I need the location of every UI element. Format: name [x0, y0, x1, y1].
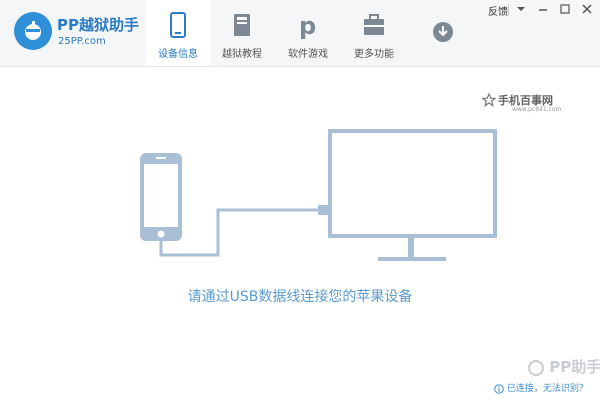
connect-instruction: 请通过USB数据线连接您的苹果设备 [187, 289, 413, 305]
tab-more-features[interactable]: 更多功能 [342, 0, 406, 66]
svg-text:p: p [299, 12, 316, 39]
app-name: PP越狱助手 [57, 16, 139, 34]
menu-dropdown-icon[interactable] [512, 2, 530, 16]
book-icon [234, 14, 250, 36]
tab-software-games[interactable]: p 软件游戏 [276, 0, 340, 66]
info-icon [494, 383, 504, 394]
help-link[interactable]: 已连接，无法识别？ [494, 381, 588, 394]
download-icon[interactable] [432, 21, 454, 43]
pp-logo-icon [14, 12, 52, 50]
tab-label: 设备信息 [158, 49, 198, 60]
tab-device-info[interactable]: 设备信息 [146, 0, 210, 66]
feedback-button[interactable]: 反馈 [488, 3, 508, 18]
pp-brand-watermark: PP助手 [528, 356, 600, 377]
tab-label: 软件游戏 [288, 49, 328, 60]
divider [508, 4, 509, 16]
pp-watermark-icon [528, 359, 544, 376]
star-logo-icon [482, 93, 496, 107]
close-icon[interactable] [578, 2, 596, 16]
toolbox-icon [364, 14, 384, 35]
monitor-outline-icon [328, 129, 497, 261]
tab-label: 更多功能 [354, 49, 394, 60]
help-link-text: 已连接，无法识别？ [506, 384, 588, 394]
watermark-url: www.pc841.com [512, 106, 562, 113]
title-bar: PP越狱助手 25PP.com 设备信息 越狱教程 p 软件游戏 更多功能 反馈 [0, 0, 600, 67]
apple-tool-icon [25, 21, 41, 40]
app-site: 25PP.com [58, 36, 106, 47]
maximize-icon[interactable] [556, 2, 574, 16]
watermark-brand: PP助手 [549, 358, 600, 376]
minimize-icon[interactable] [534, 2, 552, 16]
tab-jailbreak-guide[interactable]: 越狱教程 [210, 0, 274, 66]
usb-cable-icon [159, 208, 320, 257]
connection-illustration [140, 129, 497, 261]
tab-label: 越狱教程 [222, 49, 262, 60]
pp-store-icon: p [299, 12, 316, 39]
phone-outline-icon [140, 153, 182, 241]
phone-icon [170, 12, 186, 38]
